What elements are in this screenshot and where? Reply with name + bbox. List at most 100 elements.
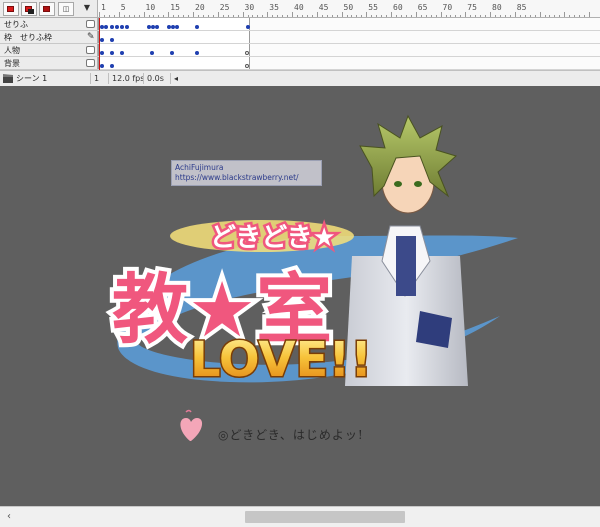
add-guide-layer-button[interactable] [21, 2, 37, 16]
credit-box: AchiFujimura https://www.blackstrawberry… [171, 160, 322, 186]
ruler-tick [311, 15, 313, 17]
character-eye-right [414, 181, 422, 187]
ruler-tick [529, 15, 531, 17]
keyframe[interactable] [104, 25, 108, 29]
ruler-tick [430, 15, 432, 17]
layer-name: 枠 せりふ枠 [4, 33, 52, 42]
ruler-tick [455, 15, 457, 17]
ruler-tick [361, 15, 363, 17]
ruler-tick [326, 15, 328, 17]
credit-url[interactable]: https://www.blackstrawberry.net/ [175, 173, 318, 183]
ruler-tick [277, 15, 279, 17]
ruler-tick [207, 15, 209, 17]
layer-list: せりふ 枠 せりふ枠 ✎ 人物 背景 [0, 18, 98, 70]
empty-keyframe[interactable] [245, 51, 249, 55]
lock-icon[interactable] [86, 20, 95, 28]
add-layer-icon [7, 6, 14, 12]
ruler-tick [316, 12, 318, 17]
keyframe[interactable] [150, 51, 154, 55]
keyframe[interactable] [125, 25, 129, 29]
keyframe[interactable] [110, 38, 114, 42]
delete-layer-button[interactable] [39, 2, 55, 16]
frame-ruler[interactable]: 1 5 10 15 20 25 30 35 40 45 50 55 60 65 70 75 80 85 [98, 0, 600, 18]
frame-grid[interactable] [98, 18, 600, 70]
layer-row-jinbutsu[interactable]: 人物 [0, 44, 98, 57]
ruler-tick [420, 15, 422, 17]
keyframe[interactable] [195, 51, 199, 55]
stage[interactable]: どきどき★ 教★室 LOVE!! AchiFujimura https://ww… [0, 86, 600, 506]
add-layer-button[interactable] [3, 2, 19, 16]
ruler-tick [440, 12, 442, 17]
lock-icon[interactable] [86, 46, 95, 54]
frame-row[interactable] [98, 57, 600, 70]
scroll-thumb[interactable] [245, 511, 405, 523]
keyframe[interactable] [100, 38, 104, 42]
timeline-menu-button[interactable]: ▼ [79, 2, 95, 16]
ruler-tick [435, 15, 437, 17]
keyframe[interactable] [100, 51, 104, 55]
guide-overlay-icon [28, 9, 34, 14]
layer-row-haikei[interactable]: 背景 [0, 57, 98, 70]
ruler-label: 10 [145, 3, 156, 12]
keyframe[interactable] [110, 25, 114, 29]
keyframe[interactable] [155, 25, 159, 29]
ruler-tick [539, 12, 541, 17]
ruler-tick [480, 15, 482, 17]
timeline-scroll-left[interactable]: ◂ [170, 73, 181, 84]
flash-editor-window: ◫ ▼ 1 5 10 15 20 25 30 35 40 45 50 55 60 65 70 75 80 85 せ… [0, 0, 600, 527]
playhead[interactable] [99, 18, 100, 70]
ruler-label: 85 [516, 3, 527, 12]
keyframe[interactable] [246, 25, 250, 29]
frame-rate[interactable]: 12.0 fps [108, 73, 147, 84]
character-tie [396, 236, 416, 296]
logo-top-text: どきどき★ [210, 223, 336, 253]
ruler-tick [356, 15, 358, 17]
heart-sparkle-icon [185, 409, 192, 413]
pencil-icon[interactable]: ✎ [87, 32, 95, 42]
ruler-label: 1 [101, 3, 106, 12]
keyframe[interactable] [120, 51, 124, 55]
ruler-tick [222, 15, 224, 17]
ruler-tick [450, 15, 452, 17]
empty-keyframe[interactable] [245, 64, 249, 68]
layer-row-serifu[interactable]: せりふ [0, 18, 98, 31]
ruler-label: 20 [195, 3, 205, 12]
keyframe[interactable] [195, 25, 199, 29]
ruler-label: 55 [368, 3, 378, 12]
keyframe[interactable] [110, 51, 114, 55]
keyframe[interactable] [120, 25, 124, 29]
ruler-tick [519, 15, 521, 17]
ruler-tick [534, 15, 536, 17]
keyframe[interactable] [115, 25, 119, 29]
ruler-tick [133, 15, 135, 17]
ruler-tick [247, 15, 249, 17]
ruler-label: 15 [170, 3, 180, 12]
scroll-left-arrow[interactable]: ‹ [3, 510, 15, 524]
ruler-tick [287, 15, 289, 17]
ruler-label: 75 [467, 3, 477, 12]
stage-horizontal-scrollbar[interactable]: ‹ [0, 506, 600, 527]
keyframe[interactable] [110, 64, 114, 68]
lock-icon[interactable] [86, 59, 95, 67]
ruler-tick [445, 15, 447, 17]
ruler-tick [297, 15, 298, 17]
layer-row-waku[interactable]: 枠 せりふ枠 ✎ [0, 31, 98, 44]
frame-span[interactable] [98, 31, 250, 43]
frame-row[interactable] [98, 18, 600, 31]
keyframe[interactable] [100, 64, 104, 68]
ruler-tick [301, 15, 303, 17]
frame-row[interactable] [98, 44, 600, 57]
scene-label[interactable]: シーン 1 [16, 73, 47, 84]
ruler-tick [504, 15, 506, 17]
onion-skin-button[interactable]: ◫ [58, 2, 74, 16]
clapper-icon [3, 74, 13, 83]
ruler-label: 70 [442, 3, 453, 12]
frame-span[interactable] [98, 57, 250, 69]
keyframe[interactable] [175, 25, 179, 29]
frame-row[interactable] [98, 31, 600, 44]
ruler-tick [217, 12, 219, 17]
ruler-tick [267, 12, 269, 17]
keyframe[interactable] [170, 51, 174, 55]
ruler-tick [425, 15, 427, 17]
ruler-tick [465, 12, 467, 17]
